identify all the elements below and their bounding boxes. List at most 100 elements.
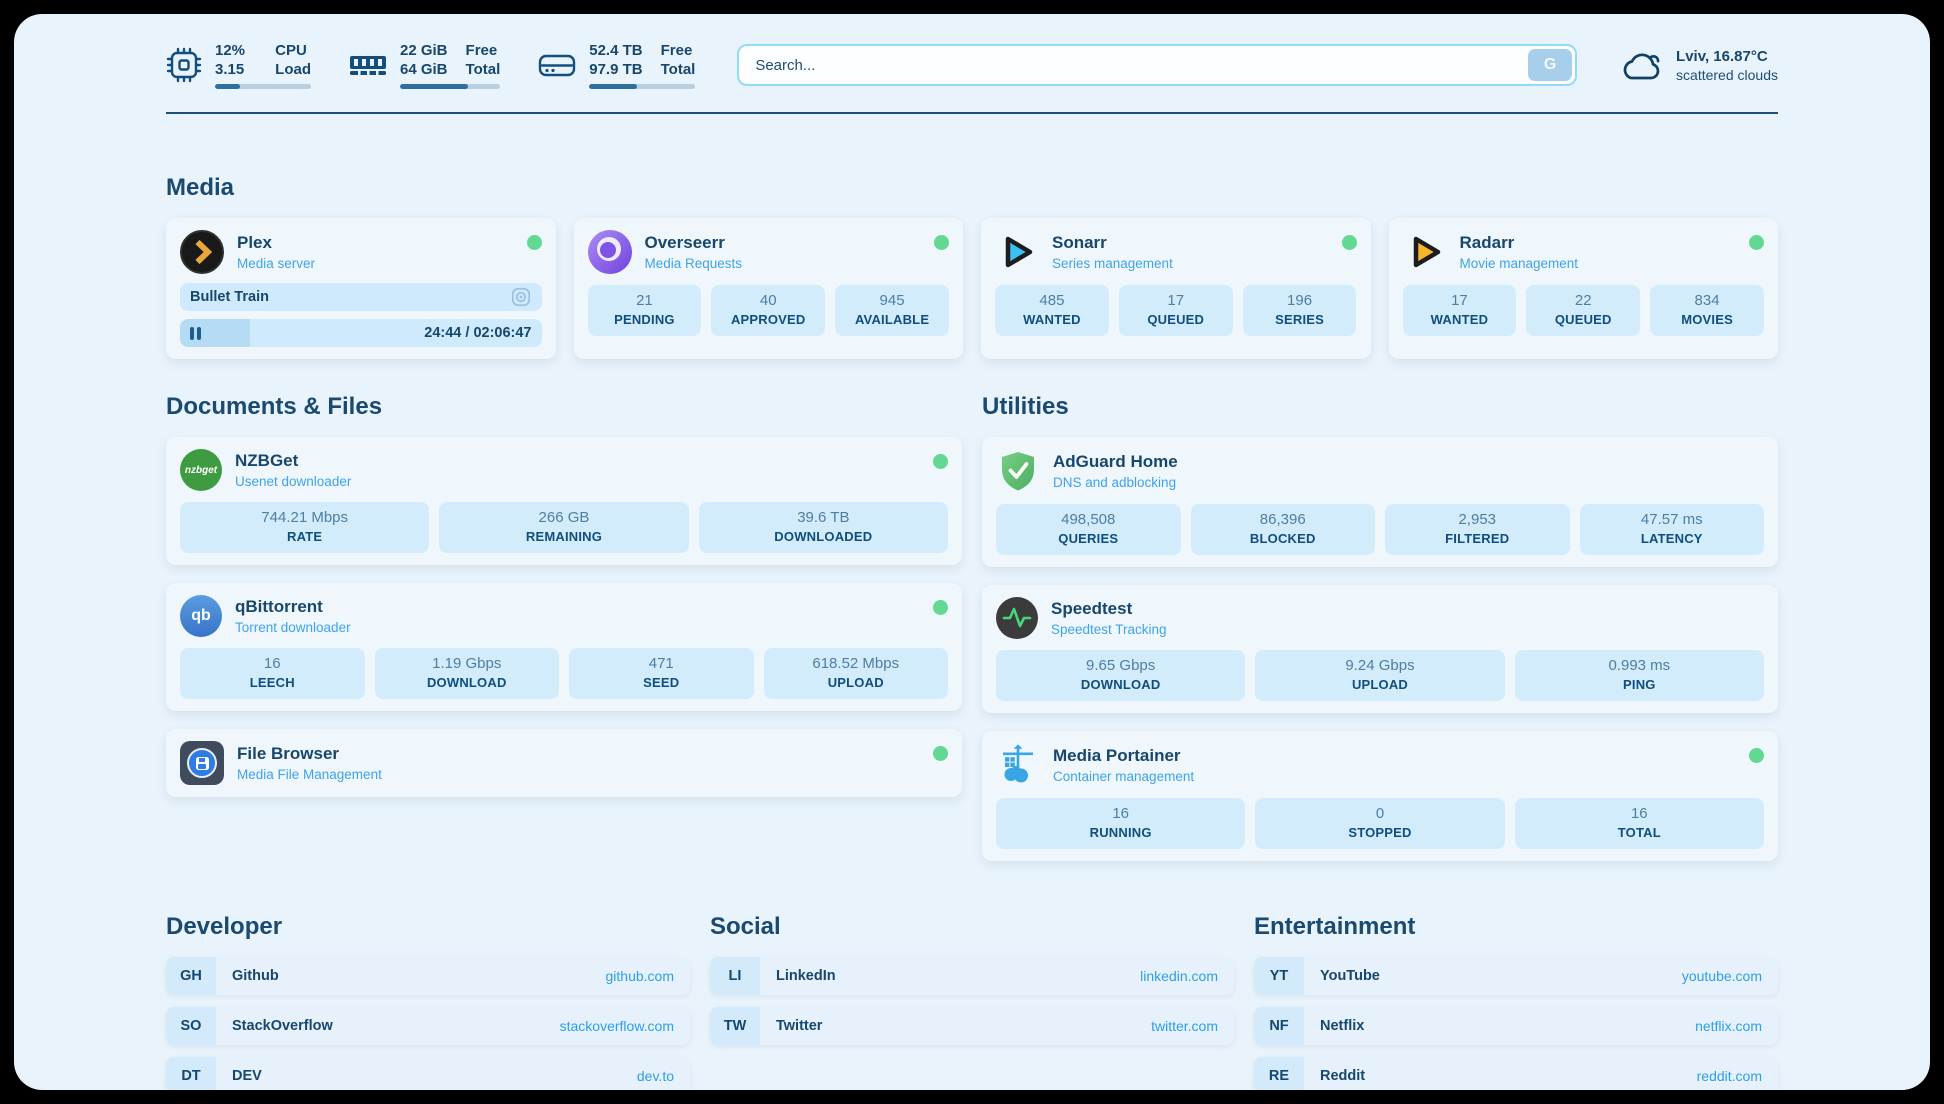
developer-links: Developer GH Github github.com SO StackO… (166, 913, 690, 1090)
stat-value: 618.52 Mbps (766, 655, 947, 672)
stat-value: 0.993 ms (1517, 657, 1762, 674)
stat-label: DOWNLOAD (377, 675, 558, 690)
disk-stat-widget: 52.4 TB Free 97.9 TB Total (538, 41, 695, 89)
disk-total-value: 97.9 TB (589, 60, 642, 79)
speedtest-card[interactable]: Speedtest Speedtest Tracking 9.65 Gbps D… (982, 585, 1778, 713)
portainer-card[interactable]: Media Portainer Container management 16 … (982, 731, 1778, 861)
link-name: Twitter (776, 1018, 822, 1034)
status-dot (1342, 235, 1357, 250)
link-url[interactable]: linkedin.com (1140, 968, 1218, 984)
search-input[interactable] (737, 44, 1577, 86)
link-url[interactable]: twitter.com (1151, 1018, 1218, 1034)
link-badge: YT (1254, 957, 1304, 995)
link-row-github[interactable]: GH Github github.com (166, 957, 690, 995)
stat-label: QUEUED (1121, 312, 1231, 327)
cpu-usage-label: CPU (275, 41, 311, 60)
ram-icon (349, 52, 387, 78)
link-row-netflix[interactable]: NF Netflix netflix.com (1254, 1007, 1778, 1045)
app-name: Media Portainer (1053, 746, 1194, 766)
link-url[interactable]: reddit.com (1697, 1068, 1762, 1084)
app-name: Overseerr (645, 233, 743, 253)
stat-value: 39.6 TB (701, 509, 946, 526)
stat-value: 1.19 Gbps (377, 655, 558, 672)
search-bar: G (737, 44, 1577, 86)
stat-box: 9.24 Gbps UPLOAD (1255, 650, 1504, 701)
app-subtitle: Media server (237, 256, 315, 271)
stat-label: UPLOAD (1257, 677, 1502, 692)
app-name: AdGuard Home (1053, 452, 1178, 472)
stat-value: 16 (1517, 805, 1762, 822)
link-row-linkedin[interactable]: LI LinkedIn linkedin.com (710, 957, 1234, 995)
overseerr-card[interactable]: Overseerr Media Requests 21 PENDING 40 A… (574, 218, 964, 359)
link-badge: SO (166, 1007, 216, 1045)
stat-box: 22 QUEUED (1526, 285, 1640, 336)
stat-value: 471 (571, 655, 752, 672)
stat-box: 39.6 TB DOWNLOADED (699, 502, 948, 553)
sonarr-icon (995, 230, 1039, 274)
stat-box: 196 SERIES (1243, 285, 1357, 336)
app-subtitle: Media File Management (237, 767, 382, 782)
section-title-documents: Documents & Files (166, 393, 962, 421)
topbar: 12% CPU 3.15 Load (166, 14, 1778, 90)
stat-label: MOVIES (1652, 312, 1762, 327)
stat-box: 21 PENDING (588, 285, 702, 336)
stat-label: RATE (182, 529, 427, 544)
stat-box: 485 WANTED (995, 285, 1109, 336)
nzbget-icon: nzbget (180, 449, 222, 491)
link-row-youtube[interactable]: YT YouTube youtube.com (1254, 957, 1778, 995)
stat-box: 0 STOPPED (1255, 798, 1504, 849)
link-row-stackoverflow[interactable]: SO StackOverflow stackoverflow.com (166, 1007, 690, 1045)
stat-value: 196 (1245, 292, 1355, 309)
qbittorrent-card[interactable]: qb qBittorrent Torrent downloader 16 LEE… (166, 583, 962, 711)
stat-box: 17 QUEUED (1119, 285, 1233, 336)
plex-card[interactable]: Plex Media server Bullet Train 24:44 / 0… (166, 218, 556, 359)
link-row-twitter[interactable]: TW Twitter twitter.com (710, 1007, 1234, 1045)
link-name: DEV (232, 1068, 262, 1084)
stat-label: LATENCY (1582, 531, 1763, 546)
section-title-media: Media (166, 174, 1778, 202)
now-playing-row: Bullet Train (180, 283, 542, 311)
link-url[interactable]: netflix.com (1695, 1018, 1762, 1034)
stat-box: 47.57 ms LATENCY (1580, 504, 1765, 555)
stat-value: 17 (1121, 292, 1231, 309)
adguard-card[interactable]: AdGuard Home DNS and adblocking 498,508 … (982, 437, 1778, 567)
stat-box: 618.52 Mbps UPLOAD (764, 648, 949, 699)
cpu-progress-bar (215, 84, 311, 89)
link-name: YouTube (1320, 968, 1380, 984)
stat-value: 17 (1405, 292, 1515, 309)
utilities-column: Utilities AdGuard (982, 359, 1778, 861)
stat-label: AVAILABLE (837, 312, 947, 327)
ram-total-label: Total (466, 60, 501, 79)
entertainment-links: Entertainment YT YouTube youtube.com NF … (1254, 913, 1778, 1090)
ram-free-label: Free (466, 41, 501, 60)
portainer-icon (996, 743, 1040, 787)
section-title-developer: Developer (166, 913, 690, 941)
nzbget-card[interactable]: nzbget NZBGet Usenet downloader 744.21 M… (166, 437, 962, 565)
link-url[interactable]: youtube.com (1682, 968, 1762, 984)
status-dot (933, 454, 948, 469)
link-row-dev[interactable]: DT DEV dev.to (166, 1057, 690, 1090)
stat-label: FILTERED (1387, 531, 1568, 546)
documents-column: Documents & Files nzbget NZBGet Usenet d… (166, 359, 962, 797)
search-engine-button[interactable]: G (1528, 49, 1572, 81)
filebrowser-card[interactable]: File Browser Media File Management (166, 729, 962, 797)
stat-label: RUNNING (998, 825, 1243, 840)
stat-box: 498,508 QUERIES (996, 504, 1181, 555)
sonarr-card[interactable]: Sonarr Series management 485 WANTED 17 Q… (981, 218, 1371, 359)
link-row-reddit[interactable]: RE Reddit reddit.com (1254, 1057, 1778, 1090)
stat-label: STOPPED (1257, 825, 1502, 840)
pause-icon[interactable] (190, 327, 201, 340)
radarr-card[interactable]: Radarr Movie management 17 WANTED 22 QUE… (1389, 218, 1779, 359)
link-name: StackOverflow (232, 1018, 333, 1034)
stat-box: 9.65 Gbps DOWNLOAD (996, 650, 1245, 701)
app-subtitle: Container management (1053, 769, 1194, 784)
link-url[interactable]: github.com (606, 968, 674, 984)
stat-label: UPLOAD (766, 675, 947, 690)
link-url[interactable]: dev.to (637, 1068, 674, 1084)
link-url[interactable]: stackoverflow.com (560, 1018, 674, 1034)
ram-total-value: 64 GiB (400, 60, 448, 79)
app-subtitle: DNS and adblocking (1053, 475, 1178, 490)
stat-label: DOWNLOADED (701, 529, 946, 544)
stat-label: QUERIES (998, 531, 1179, 546)
media-cards: Plex Media server Bullet Train 24:44 / 0… (166, 218, 1778, 359)
